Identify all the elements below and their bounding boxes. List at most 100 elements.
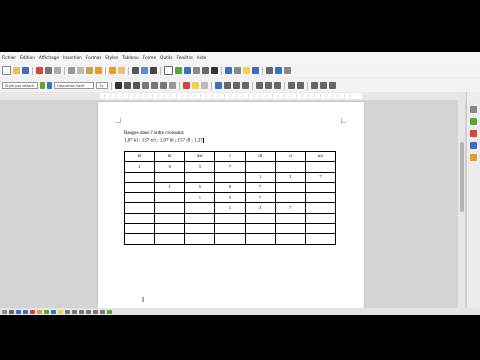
table-cell[interactable]: [244, 223, 276, 235]
insert-image-icon[interactable]: [175, 67, 182, 74]
align-left-icon[interactable]: [215, 82, 222, 89]
vertical-scrollbar[interactable]: [458, 92, 465, 308]
table-cell[interactable]: 3: [244, 202, 276, 214]
align-center-icon[interactable]: [224, 82, 231, 89]
table-cell[interactable]: [123, 223, 156, 235]
menu-window[interactable]: Fenêtre: [175, 56, 195, 61]
menu-edit[interactable]: Édition: [18, 56, 37, 61]
table-cell[interactable]: [304, 233, 337, 245]
sidebar-navigator-icon[interactable]: [470, 154, 477, 161]
vertical-scrollbar-thumb[interactable]: [459, 142, 464, 212]
table-cell[interactable]: [123, 202, 156, 214]
sidebar-gallery-icon[interactable]: [470, 142, 477, 149]
paragraph-values[interactable]: 1,07 kl ; 137 rcl ; 1,07 hl ; 157 dl ; 1…: [124, 138, 204, 144]
rotate-icon[interactable]: [79, 309, 84, 314]
sidebar-styles-icon[interactable]: [470, 130, 477, 137]
font-color-icon[interactable]: [183, 82, 190, 89]
table-cell[interactable]: 7: [244, 192, 276, 204]
align-right-icon[interactable]: [233, 82, 240, 89]
outline-list-icon[interactable]: [274, 82, 281, 89]
table-cell[interactable]: [184, 233, 216, 245]
table-cell[interactable]: 1: [123, 161, 156, 173]
menu-tools[interactable]: Outils: [158, 56, 174, 61]
sidebar-menu-icon[interactable]: [470, 106, 477, 113]
table-cell[interactable]: 5: [214, 192, 246, 204]
ordered-list-icon[interactable]: [265, 82, 272, 89]
table-cell[interactable]: [123, 233, 156, 245]
menu-file[interactable]: Fichier: [0, 56, 18, 61]
bold-icon[interactable]: [115, 82, 122, 89]
table-cell[interactable]: [184, 202, 216, 214]
insert-footnote-icon[interactable]: [234, 67, 241, 74]
table-cell[interactable]: [154, 223, 186, 235]
line-spacing-icon[interactable]: [320, 82, 327, 89]
table-cell[interactable]: [304, 202, 337, 214]
clone-formatting-icon[interactable]: [95, 67, 102, 74]
table-cell[interactable]: 7: [244, 181, 276, 194]
shadow-icon[interactable]: [100, 309, 105, 314]
horizontal-ruler[interactable]: [0, 92, 466, 100]
arrow-shapes-icon[interactable]: [30, 309, 35, 314]
table-cell[interactable]: 3: [274, 171, 306, 183]
table-cell[interactable]: [304, 192, 337, 204]
table-cell[interactable]: [214, 223, 246, 235]
table-cell[interactable]: [123, 192, 156, 204]
star-shapes-icon[interactable]: [58, 309, 63, 314]
new-style-icon[interactable]: [47, 82, 52, 89]
table-header-cell[interactable]: cl: [274, 150, 306, 163]
italic-icon[interactable]: [124, 82, 131, 89]
table-header-cell[interactable]: ml: [304, 150, 337, 163]
paragraph-values-text[interactable]: 1,07 kl ; 137 rcl ; 1,07 hl ; 157 dl ; 1…: [124, 139, 203, 144]
increase-indent-icon[interactable]: [288, 82, 295, 89]
table-cell[interactable]: [244, 212, 276, 225]
table-cell[interactable]: 1: [184, 192, 216, 204]
redo-icon[interactable]: [118, 67, 125, 74]
font-name-select[interactable]: Liberation Serif: [54, 82, 94, 89]
table-cell[interactable]: [154, 233, 186, 245]
menu-insert[interactable]: Insertion: [61, 56, 84, 61]
table-cell[interactable]: [274, 233, 306, 245]
table-cell[interactable]: [184, 171, 216, 183]
insert-comment-icon[interactable]: [243, 67, 250, 74]
table-cell[interactable]: [154, 171, 186, 183]
paragraph-style-select[interactable]: Style par défaut: [2, 82, 38, 89]
menu-shape[interactable]: Forme: [141, 56, 158, 61]
table-cell[interactable]: 7: [214, 161, 246, 173]
table-cell[interactable]: [274, 192, 306, 204]
decrease-indent-icon[interactable]: [297, 82, 304, 89]
insert-hyperlink-icon[interactable]: [225, 67, 232, 74]
fontwork-icon[interactable]: [72, 309, 77, 314]
strikethrough-icon[interactable]: [142, 82, 149, 89]
table-cell[interactable]: 1: [214, 202, 246, 214]
paragraph-spacing-icon[interactable]: [311, 82, 318, 89]
table-cell[interactable]: [214, 233, 246, 245]
track-changes-icon[interactable]: [252, 67, 259, 74]
menu-table[interactable]: Tableau: [120, 56, 140, 61]
table-cell[interactable]: [274, 223, 306, 235]
highlight-color-icon[interactable]: [192, 82, 199, 89]
superscript-icon[interactable]: [151, 82, 158, 89]
table-cell[interactable]: 0: [154, 161, 186, 173]
character-shading-icon[interactable]: [201, 82, 208, 89]
insert-line-icon[interactable]: [266, 67, 273, 74]
flowchart-shapes-icon[interactable]: [44, 309, 49, 314]
save-icon[interactable]: [22, 67, 29, 74]
spelling-icon[interactable]: [141, 67, 148, 74]
font-size-select[interactable]: 12: [96, 82, 108, 89]
table-cell[interactable]: [274, 161, 306, 173]
insert-special-character-icon[interactable]: [211, 67, 218, 74]
menu-format[interactable]: Format: [84, 56, 103, 61]
menu-help[interactable]: Aide: [195, 56, 209, 61]
insert-textbox-icon[interactable]: [193, 67, 200, 74]
table-cell[interactable]: [123, 212, 156, 225]
table-cell[interactable]: [184, 212, 216, 225]
formatting-marks-icon[interactable]: [150, 67, 157, 74]
conversion-table[interactable]: kl hl dal l dl cl ml 1 0 5 7 1 3 7 1 5 0 7 1 5 7 1 3 7: [123, 150, 337, 245]
rectangle-tool-icon[interactable]: [16, 309, 21, 314]
table-cell[interactable]: [304, 181, 337, 194]
paste-icon[interactable]: [86, 67, 93, 74]
align-objects-icon[interactable]: [86, 309, 91, 314]
print-icon[interactable]: [45, 67, 52, 74]
justify-icon[interactable]: [242, 82, 249, 89]
table-cell[interactable]: [154, 192, 186, 204]
